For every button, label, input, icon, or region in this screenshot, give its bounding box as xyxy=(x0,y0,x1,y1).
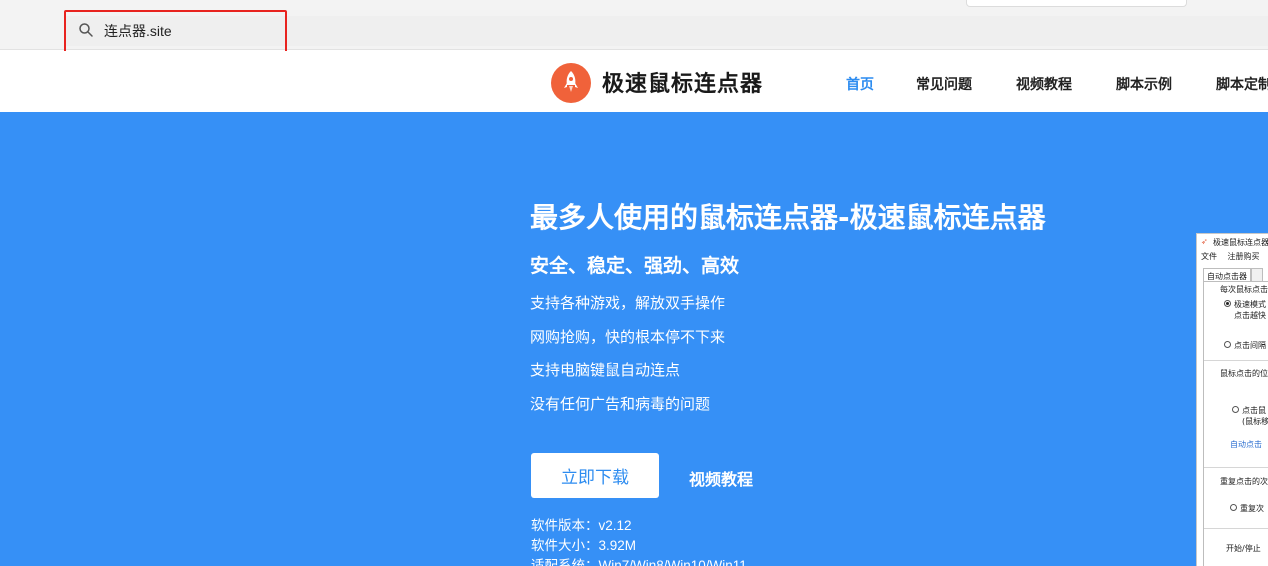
app-line: 点击间隔 xyxy=(1234,341,1266,350)
nav-script-custom[interactable]: 脚本定制 xyxy=(1216,74,1268,94)
app-radio-repeat xyxy=(1230,504,1237,511)
app-tab-second xyxy=(1251,268,1263,282)
app-divider xyxy=(1204,360,1268,361)
app-preview-window: ➶ 极速鼠标连点器 文件 注册购买 自动点击器 每次鼠标点击 极速模式 点击越快… xyxy=(1196,233,1268,566)
site-title[interactable]: 极速鼠标连点器 xyxy=(602,66,763,98)
nav-home[interactable]: 首页 xyxy=(846,74,874,94)
app-radio-fast xyxy=(1224,300,1231,307)
app-tabs: 自动点击器 xyxy=(1203,268,1268,282)
app-line: 点击鼠 xyxy=(1242,406,1266,415)
dropdown-popup-edge xyxy=(966,0,1187,7)
app-line: (鼠标移 xyxy=(1242,417,1268,426)
feature-item: 支持电脑键鼠自动连点 xyxy=(530,361,681,379)
hero-subtitle: 安全、稳定、强劲、高效 xyxy=(530,255,740,277)
software-compat: 适配系统：Win7/Win8/Win10/Win11 xyxy=(531,558,747,566)
app-body: 每次鼠标点击 极速模式 点击越快 点击间隔 鼠标点击的位置 点击鼠 (鼠标移 自… xyxy=(1203,281,1268,566)
app-menu-file: 文件 xyxy=(1201,252,1217,261)
software-version: 软件版本：v2.12 xyxy=(531,518,632,533)
app-divider xyxy=(1204,528,1268,529)
app-line: 重复次 xyxy=(1240,504,1264,513)
app-line: 重复点击的次数 xyxy=(1220,477,1268,486)
app-line: 极速模式 xyxy=(1234,300,1266,309)
feature-item: 网购抢购，快的根本停不下来 xyxy=(530,328,726,346)
app-menu-register: 注册购买 xyxy=(1227,252,1260,261)
app-titlebar: ➶ 极速鼠标连点器 xyxy=(1197,234,1268,250)
nav-faq[interactable]: 常见问题 xyxy=(916,74,972,94)
app-menu: 文件 注册购买 xyxy=(1201,251,1268,262)
app-title: 极速鼠标连点器 xyxy=(1213,238,1268,247)
download-button[interactable]: 立即下载 xyxy=(531,453,659,498)
app-radio-interval xyxy=(1224,341,1231,348)
feature-item: 没有任何广告和病毒的问题 xyxy=(530,395,711,413)
app-line: 点击越快 xyxy=(1234,311,1266,320)
app-line: 鼠标点击的位置 xyxy=(1220,369,1268,378)
app-tab-auto-clicker: 自动点击器 xyxy=(1203,268,1251,282)
nav-script-examples[interactable]: 脚本示例 xyxy=(1116,74,1172,94)
app-rocket-icon: ➶ xyxy=(1201,237,1208,246)
hero-title: 最多人使用的鼠标连点器-极速鼠标连点器 xyxy=(530,201,1046,234)
software-size: 软件大小：3.92M xyxy=(531,538,637,553)
app-link: 自动点击 xyxy=(1230,440,1262,449)
feature-item: 支持各种游戏，解放双手操作 xyxy=(530,294,726,312)
app-radio-position xyxy=(1232,406,1239,413)
video-tutorial-link[interactable]: 视频教程 xyxy=(689,466,753,490)
hero-section: 最多人使用的鼠标连点器-极速鼠标连点器 安全、稳定、强劲、高效 支持各种游戏，解… xyxy=(0,112,1268,566)
rocket-logo-icon[interactable] xyxy=(551,63,591,103)
app-divider xyxy=(1204,467,1268,468)
app-line: 开始/停止 xyxy=(1226,544,1261,553)
nav-video-tutorial[interactable]: 视频教程 xyxy=(1016,74,1072,94)
app-line: 每次鼠标点击 xyxy=(1220,285,1268,294)
